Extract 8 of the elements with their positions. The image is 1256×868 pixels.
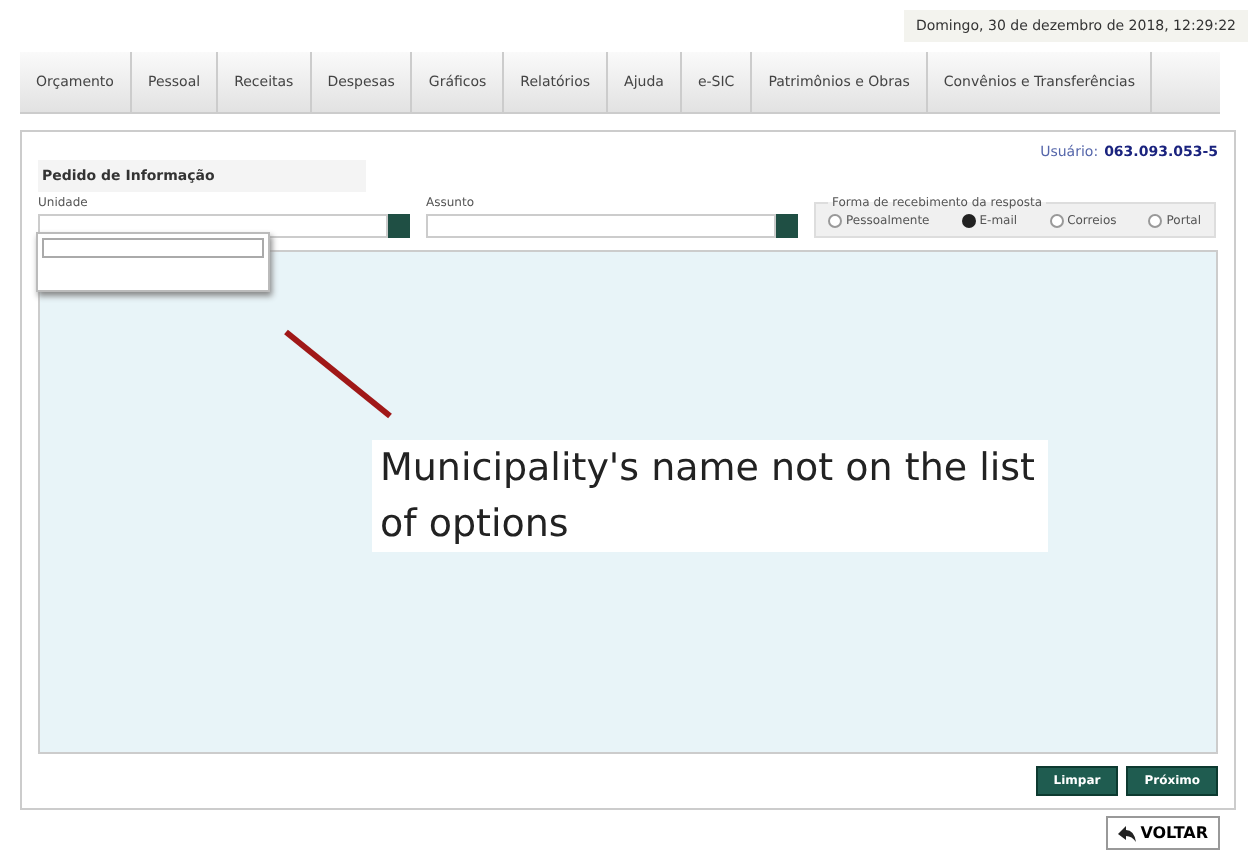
search-field[interactable]	[42, 238, 264, 258]
back-button[interactable]: VOLTAR	[1106, 816, 1220, 850]
dropdown-icon[interactable]	[776, 214, 798, 238]
annotation-text: Municipality's name not on the list of options	[372, 440, 1048, 552]
dropdown-list[interactable]	[36, 232, 270, 292]
select-field[interactable]	[426, 214, 776, 238]
dropdown-icon[interactable]	[388, 214, 410, 238]
back-arrow-icon	[1118, 825, 1137, 841]
